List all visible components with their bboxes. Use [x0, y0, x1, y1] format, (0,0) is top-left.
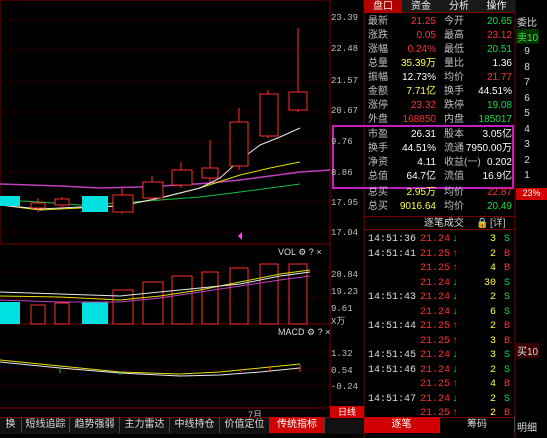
- quote-row: 外盘 168850 内盘 185017: [368, 114, 512, 125]
- vol-axis-label: 19.23: [331, 287, 359, 297]
- macd-panel-header: MACD ⚙ ? ×: [278, 327, 330, 338]
- sell10-label[interactable]: 卖10: [516, 29, 540, 44]
- tab-daily[interactable]: 日线: [330, 406, 364, 418]
- macd-axis-label: 1.32: [331, 349, 353, 359]
- tab-zhubi[interactable]: 逐笔: [364, 417, 440, 433]
- quote-row: 涨幅 0.24% 最低 20.51: [368, 44, 512, 55]
- tab-value[interactable]: 价值定位: [220, 417, 270, 433]
- detail-link[interactable]: [详]: [490, 217, 506, 231]
- orderbook-level: 5: [524, 108, 530, 119]
- orderbook-level: 2: [524, 154, 530, 166]
- help-icon[interactable]: ?: [309, 247, 314, 257]
- ticks-title: 逐笔成交: [424, 218, 464, 229]
- lock-icon[interactable]: 🔒: [476, 217, 488, 231]
- gear-icon[interactable]: ⚙: [298, 247, 306, 257]
- vol-title: VOL: [278, 247, 296, 257]
- fund-row: 净资 4.11 收益(一) 0.202: [368, 157, 512, 168]
- weibi-label: 委比: [517, 18, 537, 29]
- quote-row: 振幅 12.73% 均价 21.77: [368, 72, 512, 83]
- close-icon[interactable]: ×: [316, 247, 321, 257]
- help-icon[interactable]: ?: [318, 327, 323, 337]
- vol-axis-label: 9.61: [331, 304, 353, 314]
- price-axis-label: 17.04: [331, 228, 359, 238]
- quote-row: 涨停 23.32 跌停 19.08: [368, 100, 512, 111]
- vol-axis-label: 28.84: [331, 270, 359, 280]
- quote-row: 总量 35.39万 量比 1.36: [368, 58, 512, 69]
- price-axis-label: 17.95: [331, 198, 359, 208]
- orderbook-level: 3: [524, 139, 530, 150]
- close-icon[interactable]: ×: [325, 327, 330, 337]
- orderbook-level: 4: [524, 123, 530, 135]
- detail-tab[interactable]: 明细: [517, 419, 537, 434]
- quote-row: 最新 21.25 今开 20.65: [368, 16, 512, 27]
- tab-pankou[interactable]: 盘口: [364, 0, 402, 13]
- buy10-label[interactable]: 买10: [516, 343, 540, 358]
- tab-huan[interactable]: 换: [0, 417, 22, 433]
- tab-short-track[interactable]: 短线追踪: [22, 417, 70, 433]
- macd-axis-label: -0.24: [331, 382, 359, 392]
- fund-row: 市盈 26.31 股本 3.05亿: [368, 129, 512, 140]
- gear-icon[interactable]: ⚙: [307, 327, 315, 337]
- weibi-percent: 23%: [516, 188, 547, 200]
- vol-axis-unit: X万: [331, 317, 346, 327]
- price-axis-label: 8.86: [331, 168, 353, 178]
- panel-tabs: 盘口 资金 分析 操作: [364, 0, 515, 13]
- macd-axis-label: 0.54: [331, 366, 353, 376]
- tab-trend[interactable]: 趋势强弱: [70, 417, 120, 433]
- order-row: 总买 2.95万 均价 22.87: [368, 187, 512, 198]
- price-axis-label: 9.76: [331, 137, 353, 147]
- tab-position[interactable]: 中线持仓: [170, 417, 220, 433]
- price-axis-label: 20.67: [331, 106, 359, 116]
- ticks-header: 逐笔成交 🔒 [详]: [364, 216, 515, 230]
- tab-caozuo[interactable]: 操作: [478, 0, 515, 13]
- fund-row: 换手 44.51% 流通 7950.00万: [368, 143, 512, 154]
- orderbook-level: 8: [524, 61, 530, 73]
- tab-zijin[interactable]: 资金: [402, 0, 440, 13]
- price-axis-label: 23.39: [331, 13, 359, 23]
- quote-row: 涨跌 0.05 最高 23.12: [368, 30, 512, 41]
- vol-panel-header: VOL ⚙ ? ×: [278, 247, 322, 258]
- orderbook-level: 1: [524, 170, 530, 181]
- tab-traditional[interactable]: 传统指标: [270, 417, 325, 433]
- tab-chouma[interactable]: 筹码: [440, 417, 515, 433]
- orderbook-level: 9: [524, 46, 530, 57]
- order-row: 总买 9016.64 均价 20.49: [368, 201, 512, 212]
- fund-row: 总值 64.7亿 流值 16.9亿: [368, 171, 512, 182]
- quote-row: 金额 7.71亿 换手 44.51%: [368, 86, 512, 97]
- price-axis-label: 21.57: [331, 76, 359, 86]
- price-axis-label: 22.48: [331, 44, 359, 54]
- orderbook-level: 6: [524, 92, 530, 104]
- tab-radar[interactable]: 主力雷达: [120, 417, 170, 433]
- tab-fenxi[interactable]: 分析: [440, 0, 478, 13]
- orderbook-level: 7: [524, 77, 530, 88]
- macd-title: MACD: [278, 327, 305, 337]
